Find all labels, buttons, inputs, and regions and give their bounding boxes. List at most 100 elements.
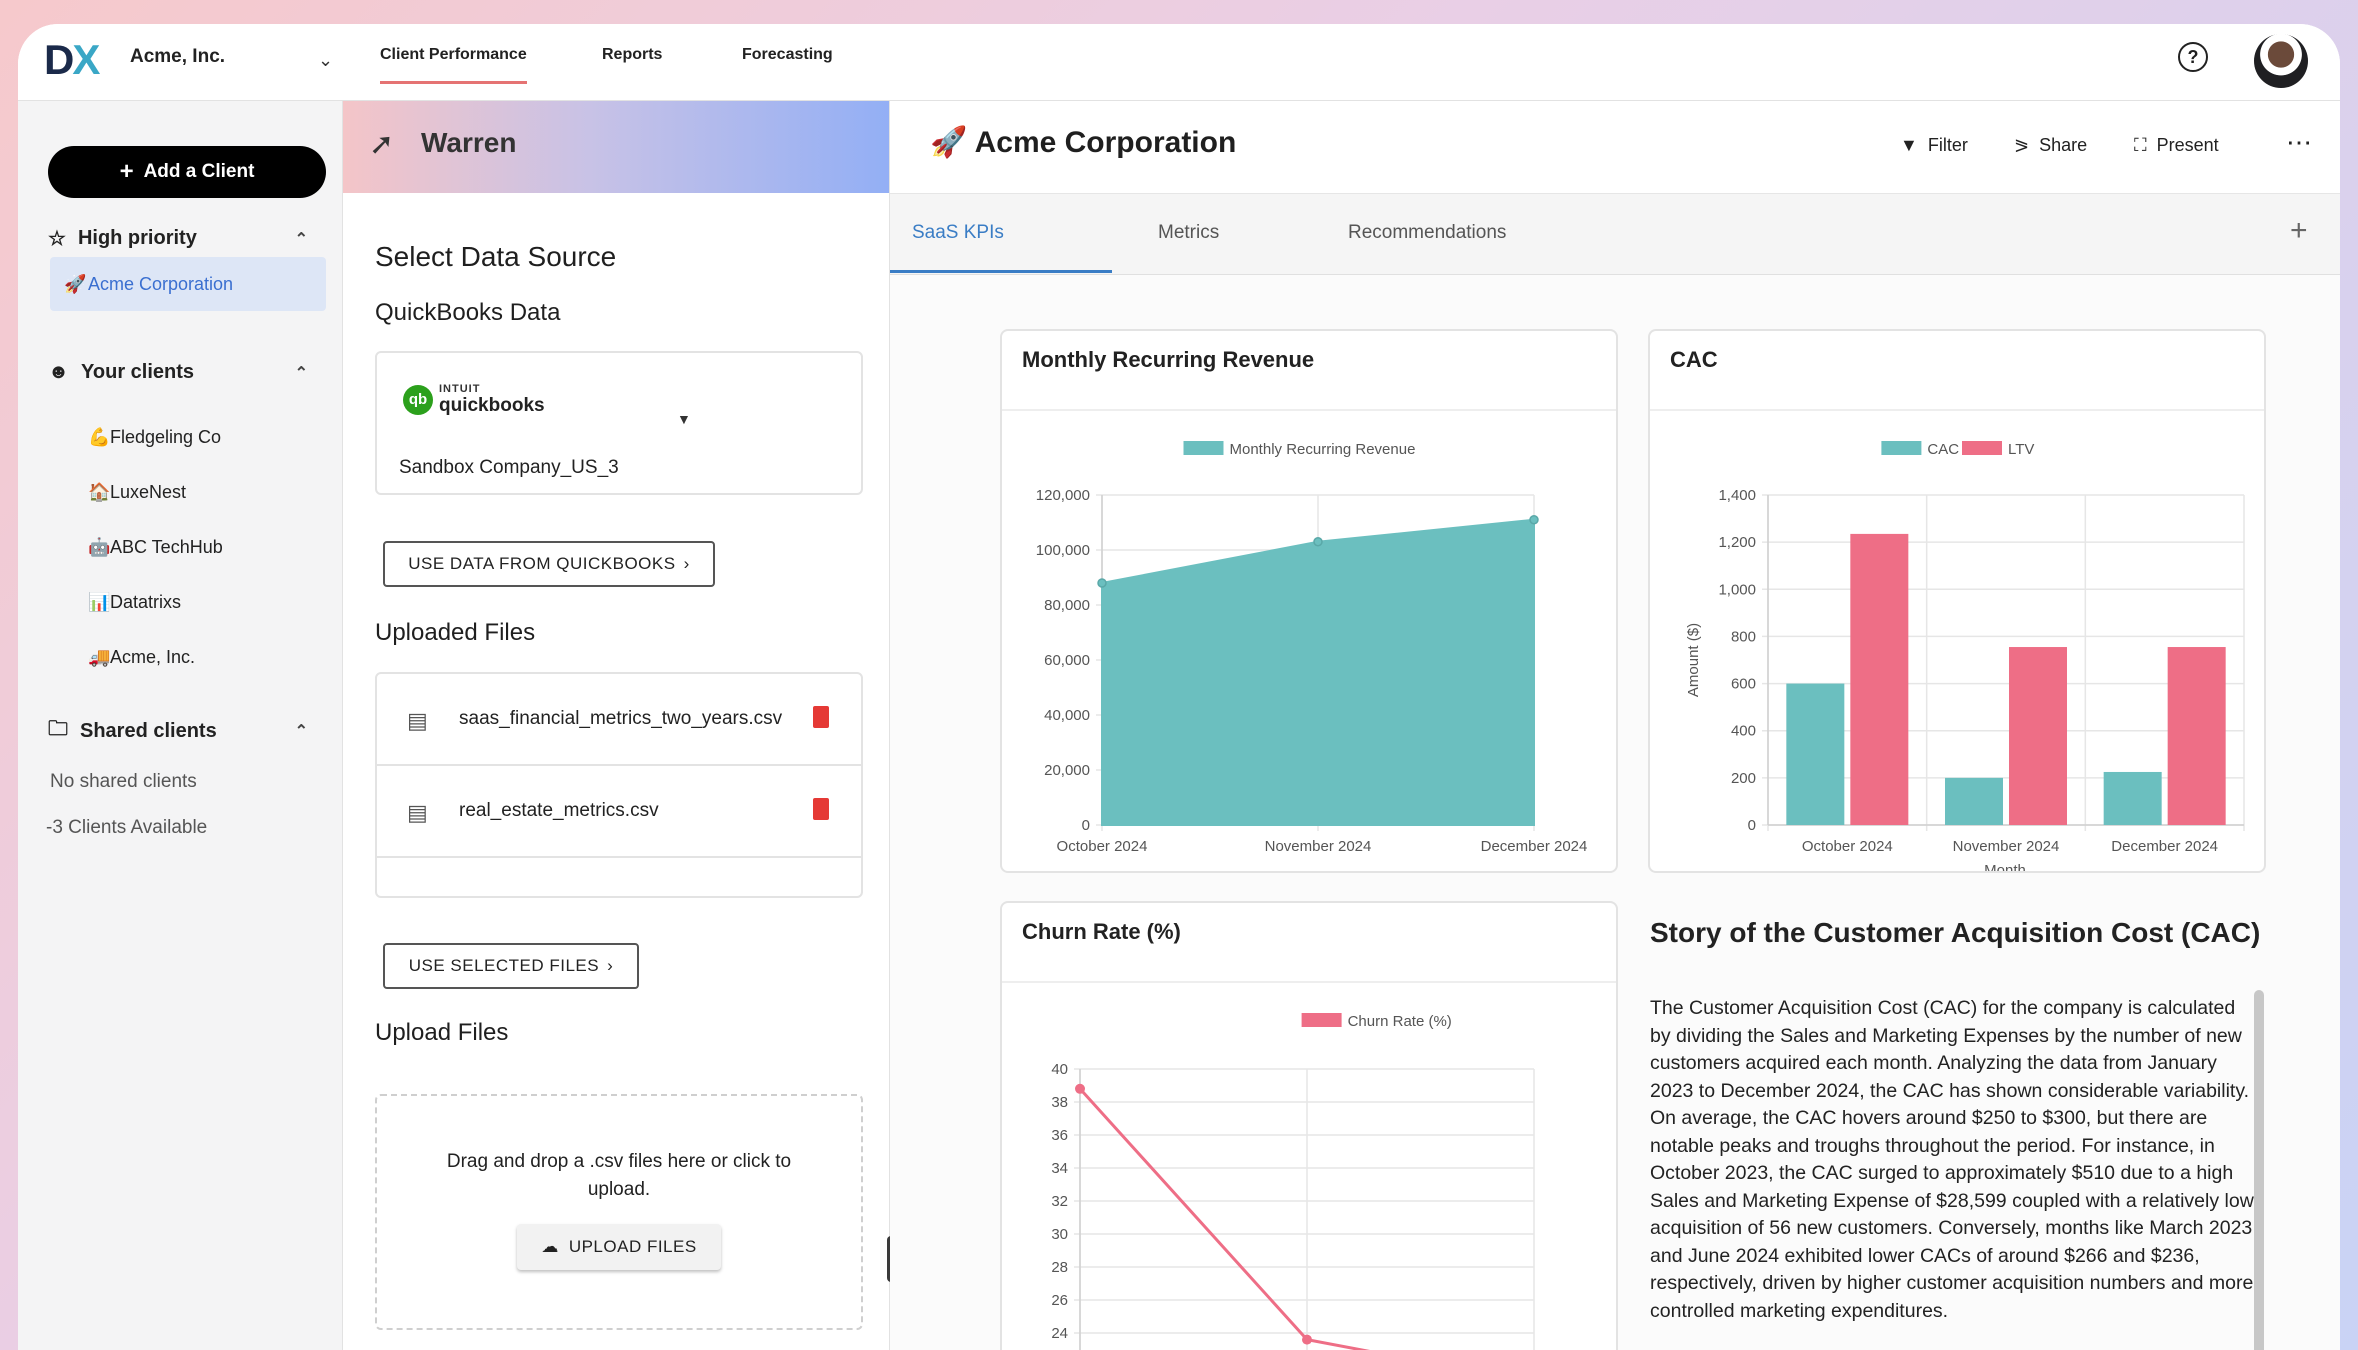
data-point [1529,515,1539,525]
legend-swatch [1301,1013,1342,1027]
assistant-header: ➚ Warren [343,101,889,193]
sidebar-item-acme-corporation[interactable]: 🚀 Acme Corporation [50,257,326,311]
filter-label: Filter [1927,135,1968,155]
active-tab-indicator [890,270,1112,273]
client-icon: 📊 [88,592,111,612]
chevron-right-icon: › [607,956,614,975]
x-tick-label: October 2024 [1802,838,1893,855]
share-label: Share [2039,135,2088,155]
data-source-panel: ➚ Warren Select Data Source QuickBooks D… [343,101,890,1350]
quickbooks-company-select[interactable]: qb INTUIT quickbooks ▼ Sandbox Company_U… [375,351,863,495]
sidebar-item-label: Datatrixs [110,592,182,612]
y-tick-label: 600 [1731,676,1756,693]
chevron-up-icon[interactable]: ⌃ [295,229,308,249]
tab-saas-kpis[interactable]: SaaS KPIs [912,222,1004,244]
sidebar-item-datatrixs[interactable]: 📊Datatrixs [88,592,181,613]
use-quickbooks-data-button[interactable]: USE DATA FROM QUICKBOOKS › [383,541,715,587]
y-tick-label: 32 [1051,1193,1068,1210]
sidebar-item-label: LuxeNest [110,482,187,502]
use-quickbooks-label: USE DATA FROM QUICKBOOKS [408,554,676,573]
nav-forecasting[interactable]: Forecasting [742,46,833,64]
y-tick-label: 38 [1051,1094,1068,1111]
x-tick-label: December 2024 [2111,838,2218,855]
select-data-source-title: Select Data Source [375,241,617,272]
logo-letter-x: X [72,36,100,83]
org-switcher-label[interactable]: Acme, Inc. [130,46,225,68]
y-tick-label: 0 [1082,817,1090,834]
chart-title: CAC [1670,347,1718,372]
folder-icon: 🗀 [48,718,68,740]
your-clients-header[interactable]: ☻ Your clients ⌃ [48,361,308,384]
nav-client-performance[interactable]: Client Performance [380,46,527,84]
add-client-label: Add a Client [143,161,255,182]
rocket-icon: 🚀 [64,274,87,294]
rocket-icon: 🚀 [930,126,968,159]
file-name: saas_financial_metrics_two_years.csv [459,708,783,729]
app-logo[interactable]: DX [44,36,100,84]
no-shared-clients-text: No shared clients [50,771,197,792]
chevron-up-icon[interactable]: ⌃ [295,363,308,383]
chevron-down-icon[interactable]: ⌄ [318,50,333,71]
help-icon[interactable]: ? [2178,42,2208,72]
share-button[interactable]: ⪖ Share [2014,135,2087,156]
sidebar-item-luxenest[interactable]: 🏠LuxeNest [88,482,186,503]
clients-available-text: -3 Clients Available [46,817,208,838]
add-client-button[interactable]: + Add a Client [48,146,326,198]
cac-chart-card: CAC CAC LTV 0 200 400 600 800 1,000 1,200 1,400 Oc… [1648,329,2266,873]
trash-icon[interactable] [813,798,829,820]
tab-metrics[interactable]: Metrics [1158,222,1219,244]
chevron-up-icon[interactable]: ⌃ [295,721,308,741]
trash-icon[interactable] [813,706,829,728]
filter-icon: ▼ [1900,135,1918,155]
sidebar-item-fledgeling-co[interactable]: 💪Fledgeling Co [88,427,221,448]
y-tick-label: 34 [1051,1160,1068,1177]
upload-files-title: Upload Files [375,1019,509,1046]
legend-label: Monthly Recurring Revenue [1230,441,1416,458]
sidebar-item-abc-techhub[interactable]: 🤖ABC TechHub [88,537,223,558]
bar-cac [1786,683,1845,825]
client-icon: 🚚 [88,647,111,667]
fullscreen-icon: ⛶ [2134,135,2147,155]
y-tick-label: 0 [1748,817,1756,834]
high-priority-header[interactable]: ☆ High priority ⌃ [48,226,308,251]
assistant-name: Warren [421,127,517,158]
nav-reports[interactable]: Reports [602,46,662,64]
x-tick-label: October 2024 [1057,838,1148,855]
more-options-icon[interactable]: ⋯ [2286,127,2312,158]
legend-swatch [1962,441,2002,455]
cloud-upload-icon: ☁ [541,1237,559,1256]
upload-files-button[interactable]: ☁ UPLOAD FILES [517,1224,721,1270]
document-icon: ▤ [407,708,428,733]
file-row[interactable]: ▤ real_estate_metrics.csv [377,766,861,858]
tab-recommendations[interactable]: Recommendations [1348,222,1506,244]
y-tick-label: 400 [1731,723,1756,740]
x-tick-label: December 2024 [1481,838,1588,855]
cac-chart: CAC LTV 0 200 400 600 800 1,000 1,200 1,400 Octobe… [1685,441,2245,871]
y-tick-label: 40,000 [1044,707,1090,724]
present-button[interactable]: ⛶ Present [2134,135,2219,156]
logo-letter-d: D [44,36,74,83]
dropdown-arrow-icon[interactable]: ▼ [677,411,691,427]
star-icon: ☆ [48,228,66,250]
add-tab-icon[interactable]: + [2290,214,2308,248]
story-text: The Customer Acquisition Cost (CAC) for … [1650,997,2254,1322]
shared-clients-header[interactable]: 🗀 Shared clients ⌃ [48,714,308,748]
mrr-chart-card: Monthly Recurring Revenue Monthly Recurr… [1000,329,1618,873]
story-scrollbar[interactable] [2254,990,2264,1350]
file-row[interactable]: ▤ saas_financial_metrics_two_years.csv [377,674,861,766]
top-bar: DX Acme, Inc. ⌄ Client Performance Repor… [18,24,2340,101]
use-selected-files-button[interactable]: USE SELECTED FILES › [383,943,639,989]
y-tick-label: 36 [1051,1127,1068,1144]
quickbooks-title: QuickBooks Data [375,299,561,326]
uploaded-files-title: Uploaded Files [375,619,536,646]
filter-button[interactable]: ▼ Filter [1900,135,1968,156]
y-tick-label: 100,000 [1036,542,1090,559]
plus-icon: + [119,158,134,185]
file-drop-zone[interactable]: Drag and drop a .csv files here or click… [375,1094,863,1330]
sidebar-item-acme-inc[interactable]: 🚚Acme, Inc. [88,647,195,668]
tab-bar: SaaS KPIs Metrics Recommendations + [890,194,2340,275]
bar-ltv [1850,533,1909,825]
user-avatar[interactable] [2254,34,2308,88]
chevron-right-icon: › [683,554,690,573]
mrr-area [1101,518,1535,826]
